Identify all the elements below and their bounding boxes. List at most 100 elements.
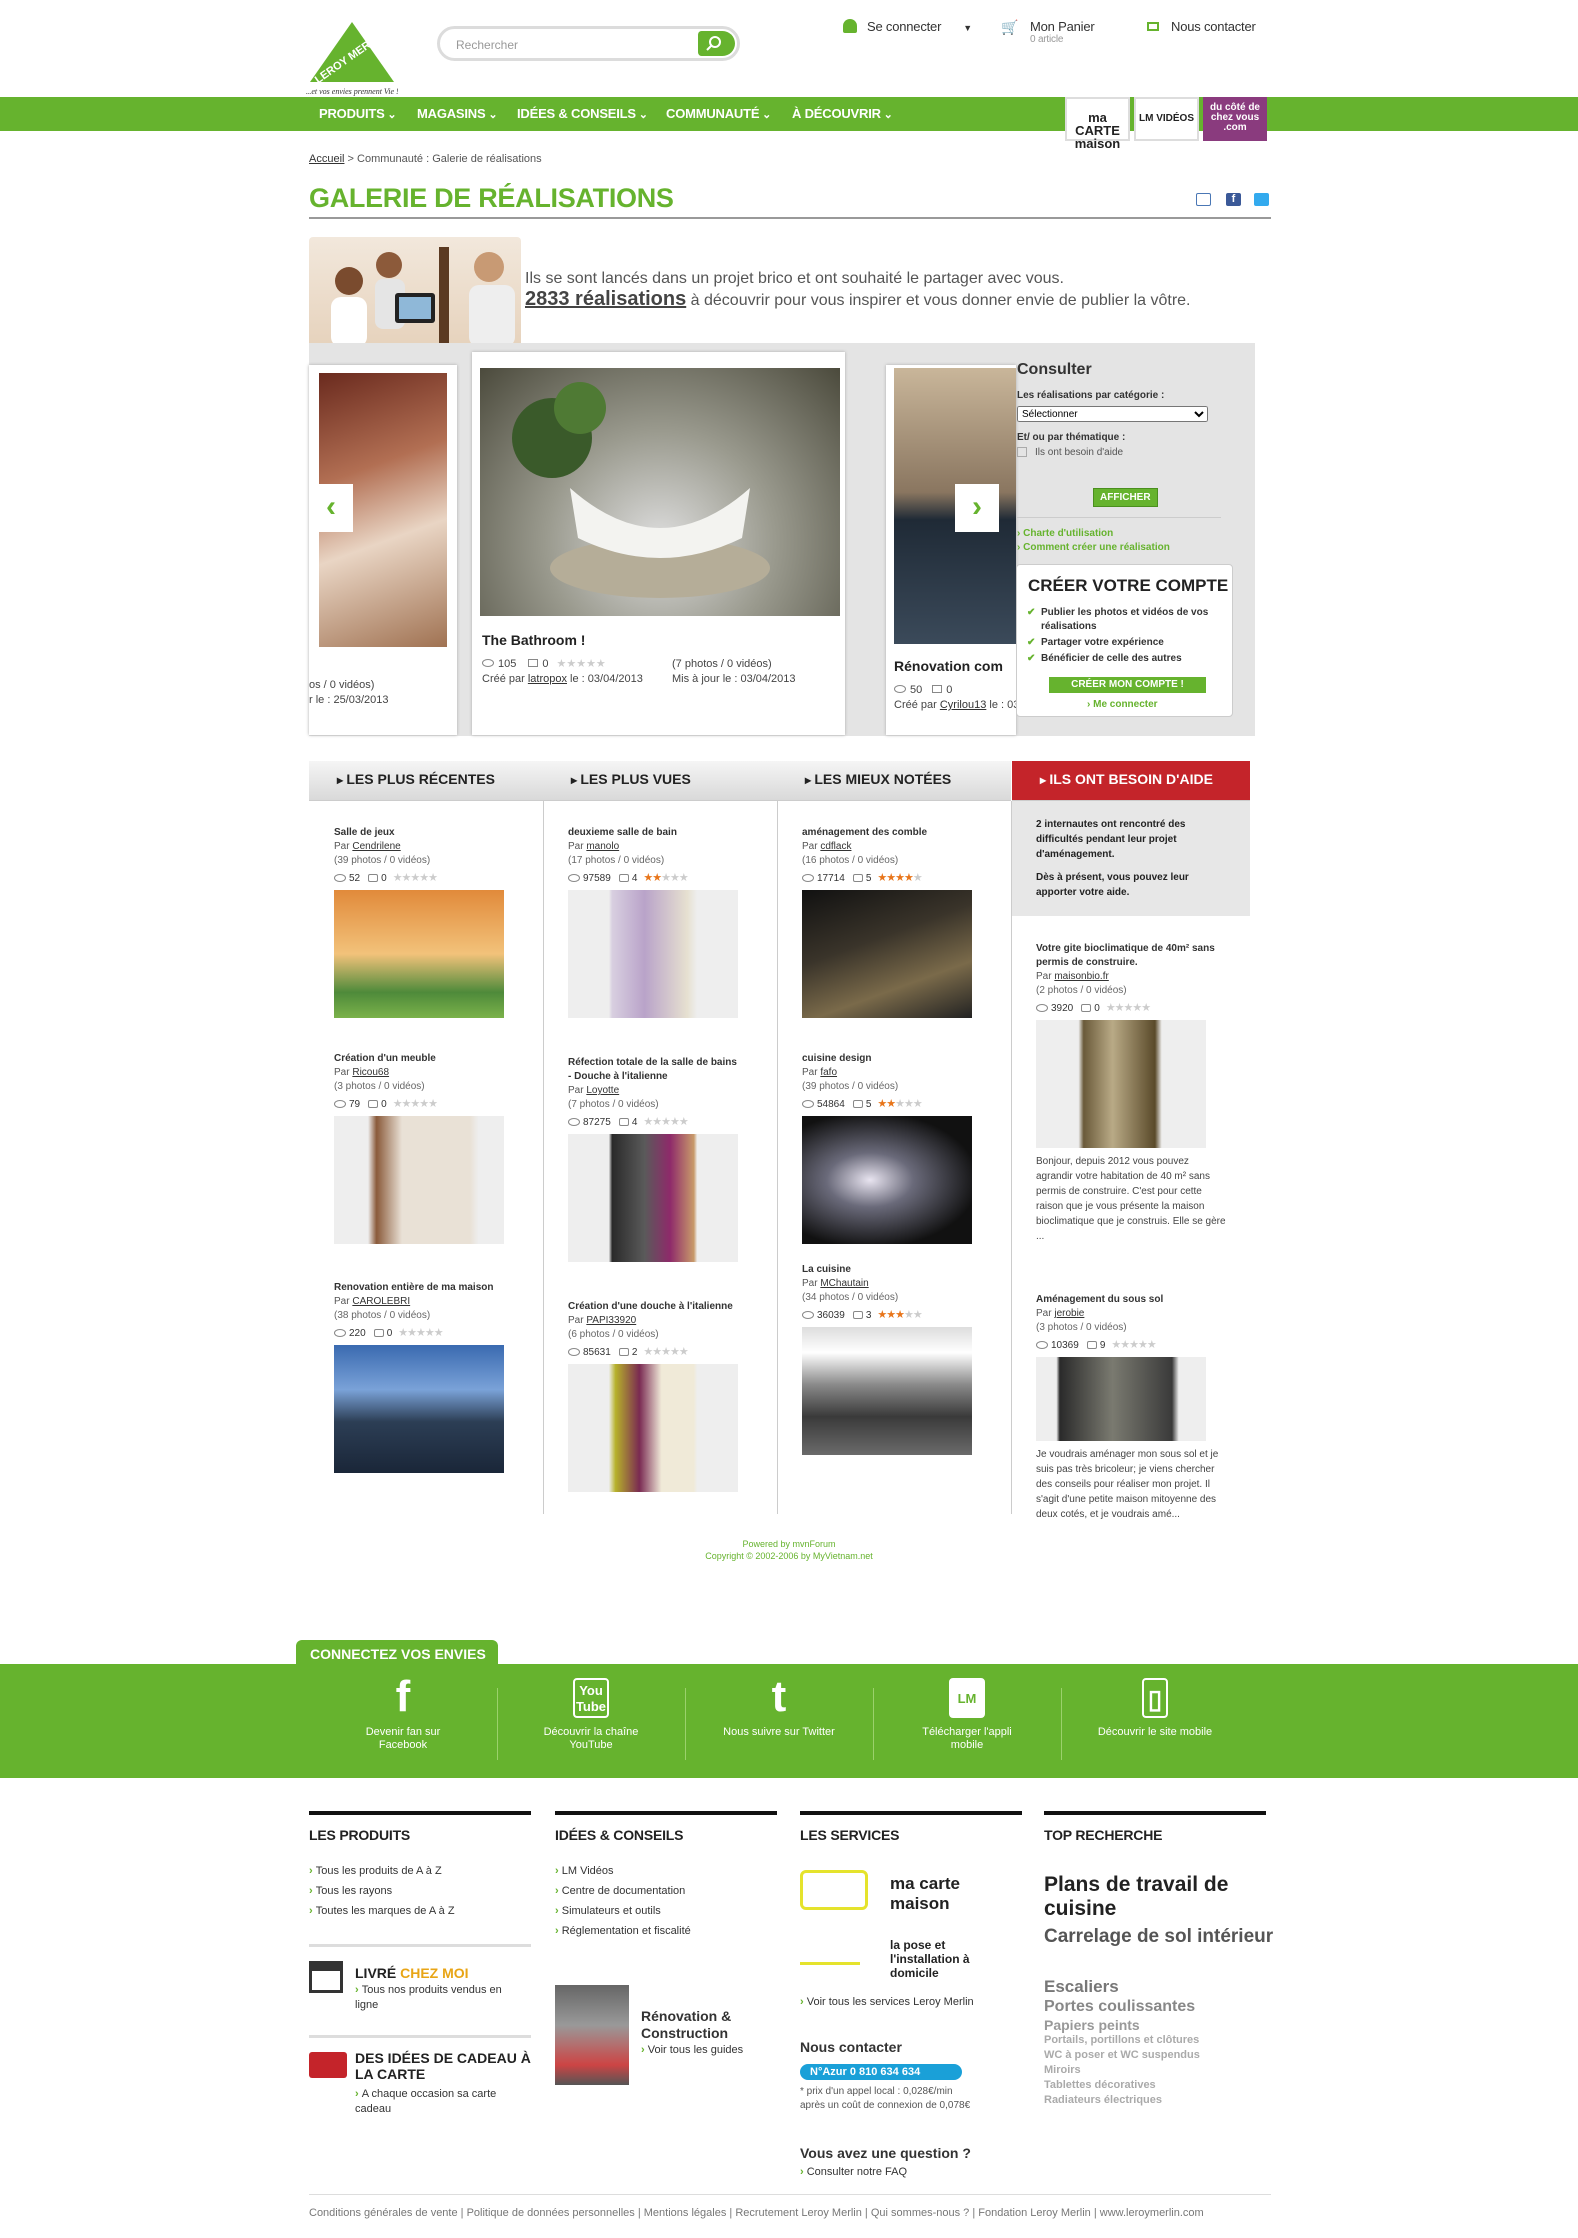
realisations-count-link[interactable]: 2833 réalisations	[525, 288, 686, 310]
faq-link[interactable]: Consulter notre FAQ	[800, 2162, 907, 2182]
entry-thumbnail[interactable]	[568, 890, 738, 1018]
legal-link[interactable]: Fondation Leroy Merlin	[978, 2207, 1091, 2219]
ma-carte-maison-badge[interactable]: ma CARTE maison	[1065, 97, 1130, 150]
list-item[interactable]: Salle de jeux Par Cendrilene (39 photos …	[334, 826, 509, 1018]
legal-link[interactable]: Conditions générales de vente	[309, 2207, 458, 2219]
cart-link[interactable]: 🛒 Mon Panier 0 article	[1001, 19, 1095, 45]
search-button[interactable]	[698, 31, 735, 56]
search-input[interactable]: Rechercher	[456, 38, 518, 52]
nav-a-decouvrir[interactable]: À DÉCOUVRIR	[792, 106, 893, 121]
guide-cover[interactable]	[555, 1985, 629, 2085]
carousel-next-arrow[interactable]: ›	[955, 484, 999, 532]
carousel-prev-arrow[interactable]: ‹	[309, 484, 353, 532]
entry-thumbnail[interactable]	[1036, 1357, 1206, 1441]
mobile-app-link[interactable]: LM Télécharger l'appli mobile	[907, 1678, 1027, 1752]
create-account-button[interactable]: CRÉER MON COMPTE !	[1049, 677, 1206, 693]
entry-thumbnail[interactable]	[1036, 1020, 1206, 1148]
pose-installation-text[interactable]: la pose et l'installation à domicile	[890, 1938, 980, 1980]
services-link[interactable]: Voir tous les services Leroy Merlin	[800, 1992, 974, 2012]
twitter-link[interactable]: t Nous suivre sur Twitter	[719, 1675, 839, 1739]
list-item[interactable]: Création d'une douche à l'italienne Par …	[568, 1300, 743, 1492]
tab-besoin-aide[interactable]: ILS ONT BESOIN D'AIDE	[1012, 761, 1250, 801]
entry-title[interactable]: Création d'un meuble	[334, 1052, 509, 1066]
ma-carte-maison-text[interactable]: ma carte maison	[890, 1874, 980, 1914]
top-search-term[interactable]: WC à poser et WC suspendus	[1044, 2049, 1274, 2062]
top-search-term[interactable]: Portails, portillons et clôtures	[1044, 2034, 1274, 2047]
top-search-term[interactable]: Papiers peints	[1044, 2017, 1274, 2033]
youtube-link[interactable]: You Tube Découvrir la chaîne YouTube	[531, 1678, 651, 1752]
entry-thumbnail[interactable]	[802, 890, 972, 1018]
footer-link[interactable]: Tous les produits de A à Z	[309, 1861, 531, 1881]
entry-title[interactable]: Renovation entière de ma maison	[334, 1281, 509, 1295]
top-search-term[interactable]: Plans de travail de cuisine	[1044, 1873, 1274, 1921]
nav-communaute[interactable]: COMMUNAUTÉ	[666, 106, 771, 121]
entry-thumbnail[interactable]	[802, 1116, 972, 1244]
entry-title[interactable]: aménagement des comble	[802, 826, 977, 840]
entry-thumbnail[interactable]	[568, 1364, 738, 1492]
azur-number[interactable]: N°Azur 0 810 634 634	[800, 2064, 962, 2080]
nav-produits[interactable]: PRODUITS	[319, 106, 396, 121]
login-link[interactable]: › Me connecter	[1087, 699, 1158, 710]
lm-videos-badge[interactable]: LM VIDÉOS	[1134, 97, 1199, 141]
footer-link[interactable]: Simulateurs et outils	[555, 1901, 777, 1921]
list-item[interactable]: Votre gite bioclimatique de 40m² sans pe…	[1036, 942, 1236, 1244]
entry-title[interactable]: Votre gite bioclimatique de 40m² sans pe…	[1036, 942, 1236, 970]
legal-link[interactable]: Qui sommes-nous ?	[871, 2207, 969, 2219]
breadcrumb-home[interactable]: Accueil	[309, 153, 344, 165]
entry-thumbnail[interactable]	[334, 1116, 504, 1244]
footer-link[interactable]: Centre de documentation	[555, 1881, 777, 1901]
list-item[interactable]: Renovation entière de ma maison Par CARO…	[334, 1281, 509, 1473]
entry-title[interactable]: Réfection totale de la salle de bains - …	[568, 1056, 743, 1084]
carousel-card-left[interactable]: os / 0 vidéos) r le : 25/03/2013	[309, 365, 457, 735]
entry-title[interactable]: deuxieme salle de bain	[568, 826, 743, 840]
carousel-right-title[interactable]: Rénovation com	[894, 658, 1003, 674]
entry-thumbnail[interactable]	[568, 1134, 738, 1262]
legal-link[interactable]: Politique de données personnelles	[467, 2207, 635, 2219]
email-share-icon[interactable]	[1196, 193, 1211, 206]
entry-thumbnail[interactable]	[802, 1327, 972, 1455]
charte-link[interactable]: Charte d'utilisation	[1017, 528, 1113, 539]
list-item[interactable]: Création d'un meuble Par Ricou68 (3 phot…	[334, 1052, 509, 1244]
leroy-merlin-logo[interactable]: LEROY MERLIN ...et vos envies prennent V…	[305, 20, 399, 98]
guide-link[interactable]: Voir tous les guides	[641, 2040, 743, 2060]
entry-title[interactable]: cuisine design	[802, 1052, 977, 1066]
entry-thumbnail[interactable]	[334, 1345, 504, 1473]
list-item[interactable]: La cuisine Par MChautain (34 photos / 0 …	[802, 1263, 977, 1455]
top-search-term[interactable]: Escaliers	[1044, 1977, 1274, 1997]
top-search-term[interactable]: Portes coulissantes	[1044, 1998, 1274, 2016]
list-item[interactable]: Aménagement du sous sol Par jerobie (3 p…	[1036, 1293, 1236, 1522]
footer-link[interactable]: Tous les rayons	[309, 1881, 531, 1901]
livre-link[interactable]: Tous nos produits vendus en ligne	[355, 1983, 527, 2013]
top-search-term[interactable]: Miroirs	[1044, 2064, 1274, 2077]
facebook-share-icon[interactable]: f	[1226, 193, 1241, 206]
category-select[interactable]: Sélectionner	[1017, 406, 1208, 422]
carousel-center-title[interactable]: The Bathroom !	[482, 632, 585, 648]
entry-thumbnail[interactable]	[334, 890, 504, 1018]
facebook-link[interactable]: f Devenir fan sur Facebook	[343, 1675, 463, 1752]
connect-link[interactable]: Se connecter ▼	[843, 19, 972, 34]
search-bar[interactable]: Rechercher	[437, 26, 740, 61]
list-item[interactable]: Réfection totale de la salle de bains - …	[568, 1056, 743, 1262]
tab-plus-recentes[interactable]: LES PLUS RÉCENTES	[309, 761, 543, 801]
legal-link[interactable]: Recrutement Leroy Merlin	[735, 2207, 862, 2219]
mobile-site-link[interactable]: ▯ Découvrir le site mobile	[1095, 1678, 1215, 1739]
contact-link[interactable]: Nous contacter	[1147, 19, 1256, 34]
list-item[interactable]: aménagement des comble Par cdflack (16 p…	[802, 826, 977, 1018]
footer-link[interactable]: Toutes les marques de A à Z	[309, 1901, 531, 1921]
tab-plus-vues[interactable]: LES PLUS VUES	[543, 761, 777, 801]
legal-link[interactable]: www.leroymerlin.com	[1100, 2207, 1204, 2219]
how-to-create-link[interactable]: Comment créer une réalisation	[1017, 542, 1170, 553]
chez-vous-badge[interactable]: du côté de chez vous .com	[1203, 97, 1267, 141]
entry-title[interactable]: Création d'une douche à l'italienne	[568, 1300, 743, 1314]
list-item[interactable]: deuxieme salle de bain Par manolo (17 ph…	[568, 826, 743, 1018]
cadeau-link[interactable]: A chaque occasion sa carte cadeau	[355, 2087, 527, 2117]
list-item[interactable]: cuisine design Par fafo (39 photos / 0 v…	[802, 1052, 977, 1244]
top-search-term[interactable]: Carrelage de sol intérieur	[1044, 1926, 1274, 1948]
carousel-right-author-link[interactable]: Cyrilou13	[940, 699, 986, 711]
legal-link[interactable]: Mentions légales	[644, 2207, 727, 2219]
top-search-term[interactable]: Radiateurs électriques	[1044, 2094, 1274, 2107]
twitter-share-icon[interactable]	[1254, 193, 1269, 206]
entry-title[interactable]: Salle de jeux	[334, 826, 509, 840]
tab-mieux-notees[interactable]: LES MIEUX NOTÉES	[777, 761, 1011, 801]
nav-magasins[interactable]: MAGASINS	[417, 106, 497, 121]
